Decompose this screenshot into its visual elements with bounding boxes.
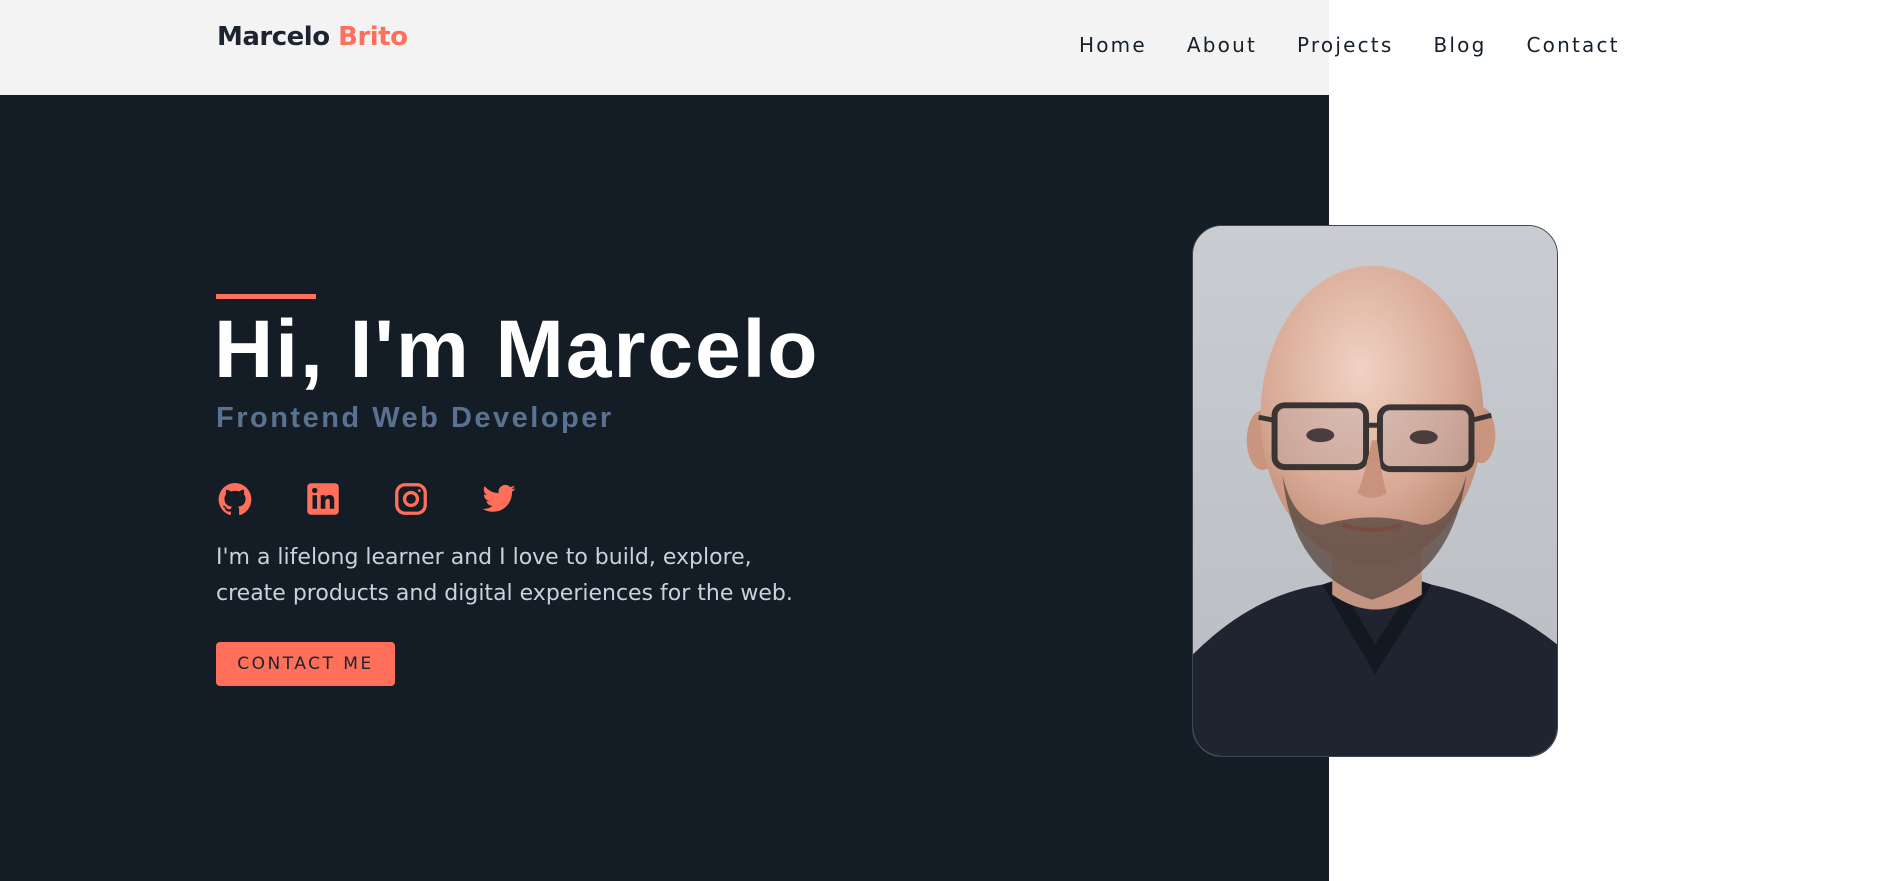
main-nav: Home About Projects Blog Contact [1079,33,1660,57]
contact-me-button[interactable]: CONTACT ME [216,642,395,686]
logo-last-name: Brito [338,22,408,52]
github-icon[interactable] [216,480,254,518]
site-logo[interactable]: Marcelo Brito [217,22,408,52]
profile-photo [1192,225,1558,757]
hero-title: Hi, I'm Marcelo [214,304,820,395]
hero-section [0,95,1329,881]
bio-line-1: I'm a lifelong learner and I love to bui… [216,545,752,570]
nav-contact[interactable]: Contact [1526,33,1619,57]
nav-blog[interactable]: Blog [1433,33,1486,57]
logo-first-name: Marcelo [217,22,330,52]
twitter-icon[interactable] [480,480,518,518]
nav-about[interactable]: About [1187,33,1257,57]
page: Marcelo Brito Home About Projects Blog C… [0,0,1892,881]
hero-subtitle: Frontend Web Developer [216,402,614,434]
linkedin-icon[interactable] [304,480,342,518]
hero-bio: I'm a lifelong learner and I love to bui… [216,540,836,612]
nav-home[interactable]: Home [1079,33,1147,57]
instagram-icon[interactable] [392,480,430,518]
social-links [216,480,568,518]
nav-projects[interactable]: Projects [1297,33,1393,57]
bio-line-2: create products and digital experiences … [216,581,793,606]
title-accent-line [216,294,316,299]
